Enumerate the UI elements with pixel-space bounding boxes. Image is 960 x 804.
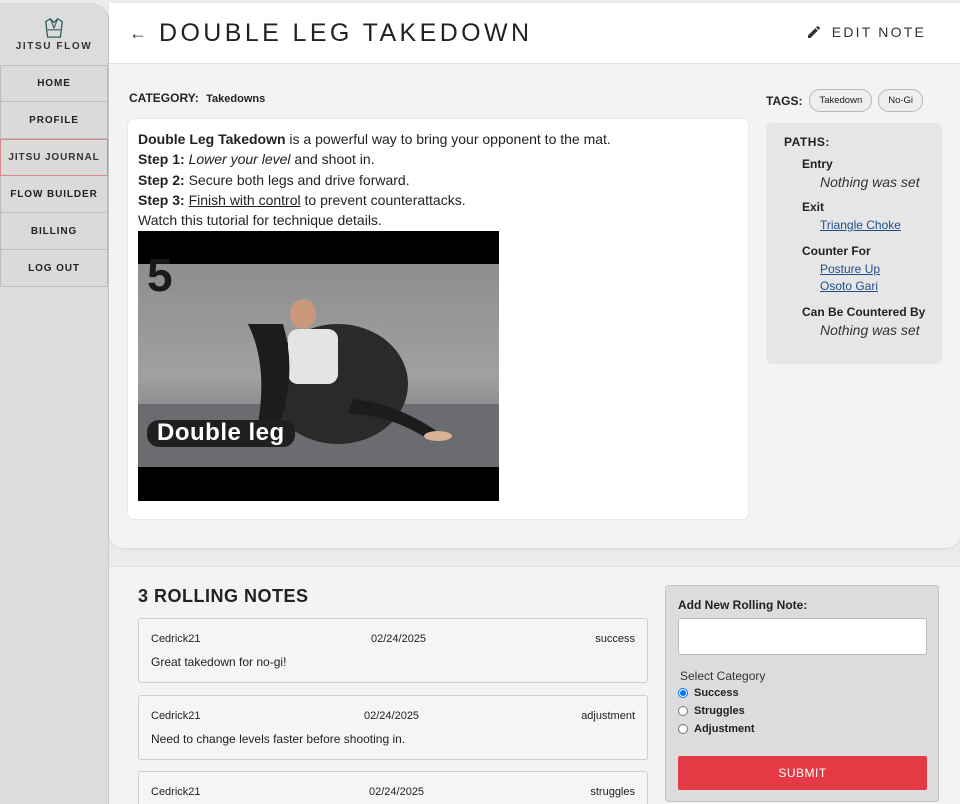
video-caption: Double leg — [147, 420, 295, 447]
path-countered-by: Can Be Countered By Nothing was set — [784, 305, 942, 338]
tags-label: TAGS: — [766, 93, 803, 108]
select-category-label: Select Category — [680, 669, 766, 683]
category-value: Takedowns — [206, 93, 266, 105]
radio-success-label: Success — [694, 687, 739, 699]
radio-adjustment-input[interactable] — [678, 724, 688, 734]
paths-panel: PATHS: Entry Nothing was set Exit Triang… — [766, 123, 942, 364]
path-counter-for-label: Counter For — [802, 244, 871, 258]
rolling-notes-section: 3 ROLLING NOTES Cedrick21 02/24/2025 suc… — [109, 566, 960, 804]
note-date: 02/24/2025 — [371, 633, 427, 645]
step-1-emphasis: Lower your level — [188, 151, 291, 168]
step-2: Step 2: Secure both legs and drive forwa… — [138, 170, 738, 190]
category: CATEGORY: Takedowns — [129, 91, 265, 105]
intro-text: is a powerful way to bring your opponent… — [285, 131, 611, 147]
tags: TAGS: Takedown No-Gi — [766, 89, 929, 112]
note-date: 02/24/2025 — [364, 710, 420, 722]
note-author: Cedrick21 — [151, 710, 201, 722]
page-header: ← DOUBLE LEG TAKEDOWN EDIT NOTE — [109, 3, 960, 64]
path-exit: Exit Triangle Choke — [784, 200, 942, 234]
radio-adjustment[interactable]: Adjustment — [678, 723, 755, 735]
app-logo-text: JITSU FLOW — [15, 41, 93, 52]
category-label: CATEGORY: — [129, 91, 199, 105]
note-author: Cedrick21 — [151, 786, 201, 798]
technique-content: Double Leg Takedown is a powerful way to… — [128, 119, 748, 519]
rolling-note: Cedrick21 02/24/2025 success Great taked… — [138, 618, 648, 683]
note-text: Great takedown for no-gi! — [151, 655, 287, 669]
path-countered-by-empty: Nothing was set — [820, 322, 920, 338]
note-textarea[interactable] — [678, 618, 927, 655]
tutorial-video[interactable]: 5 Double leg — [138, 231, 499, 502]
rolling-notes-title: 3 ROLLING NOTES — [138, 586, 309, 606]
radio-struggles-input[interactable] — [678, 706, 688, 716]
add-note-form: Add New Rolling Note: Select Category Su… — [665, 585, 939, 802]
tag-takedown[interactable]: Takedown — [809, 89, 873, 112]
intro-line: Double Leg Takedown is a powerful way to… — [138, 129, 738, 149]
sidebar-item-billing[interactable]: BILLING — [0, 213, 108, 250]
step-3-label: Step 3: — [138, 191, 185, 208]
radio-struggles-label: Struggles — [694, 705, 745, 717]
path-link-posture-up[interactable]: Posture Up — [802, 261, 942, 278]
note-status: struggles — [590, 786, 635, 798]
sidebar-item-home[interactable]: HOME — [0, 65, 108, 102]
video-number: 5 — [147, 249, 173, 302]
step-2-label: Step 2: — [138, 171, 185, 188]
tag-no-gi[interactable]: No-Gi — [878, 89, 924, 112]
submit-button[interactable]: SUBMIT — [678, 756, 927, 790]
edit-note-button[interactable]: EDIT NOTE — [806, 24, 926, 40]
intro-bold: Double Leg Takedown — [138, 131, 286, 147]
path-entry-label: Entry — [802, 157, 833, 171]
path-link-triangle-choke[interactable]: Triangle Choke — [802, 217, 942, 234]
step-3-text: to prevent counterattacks. — [300, 191, 466, 208]
gi-jacket-icon — [45, 18, 63, 38]
back-arrow-icon[interactable]: ← — [129, 23, 147, 44]
step-1: Step 1: Lower your level and shoot in. — [138, 149, 738, 169]
path-counter-for: Counter For Posture Up Osoto Gari — [784, 244, 942, 295]
path-entry-empty: Nothing was set — [820, 174, 920, 190]
video-note: Watch this tutorial for technique detail… — [138, 212, 382, 229]
add-note-title: Add New Rolling Note: — [678, 598, 808, 612]
path-entry: Entry Nothing was set — [784, 157, 942, 190]
path-exit-label: Exit — [802, 200, 825, 214]
sidebar: JITSU FLOW HOME PROFILE JITSU JOURNAL FL… — [0, 3, 109, 804]
radio-success-input[interactable] — [678, 688, 688, 698]
step-3: Step 3: Finish with control to prevent c… — [138, 190, 738, 210]
note-date: 02/24/2025 — [369, 786, 425, 798]
step-1-text: and shoot in. — [290, 151, 375, 168]
path-countered-by-label: Can Be Countered By — [802, 305, 926, 319]
rolling-note: Cedrick21 02/24/2025 adjustment Need to … — [138, 695, 648, 760]
radio-success[interactable]: Success — [678, 687, 739, 699]
edit-note-label: EDIT NOTE — [831, 24, 926, 40]
radio-struggles[interactable]: Struggles — [678, 705, 745, 717]
sidebar-item-flow-builder[interactable]: FLOW BUILDER — [0, 176, 108, 213]
sidebar-item-profile[interactable]: PROFILE — [0, 102, 108, 139]
step-3-underline: Finish with control — [188, 191, 301, 208]
technique-card: ← DOUBLE LEG TAKEDOWN EDIT NOTE CATEGORY… — [109, 3, 960, 548]
step-2-text: Secure both legs and drive forward. — [184, 171, 410, 188]
sidebar-item-log-out[interactable]: LOG OUT — [0, 250, 108, 287]
step-1-label: Step 1: — [138, 151, 185, 168]
note-status: adjustment — [581, 710, 635, 722]
app-logo[interactable]: JITSU FLOW — [0, 3, 108, 65]
radio-adjustment-label: Adjustment — [694, 723, 755, 735]
sidebar-item-jitsu-journal[interactable]: JITSU JOURNAL — [0, 139, 108, 176]
path-link-osoto-gari[interactable]: Osoto Gari — [802, 278, 942, 295]
paths-title: PATHS: — [784, 135, 830, 149]
note-status: success — [595, 633, 635, 645]
note-text: Need to change levels faster before shoo… — [151, 732, 406, 746]
pencil-icon — [807, 25, 820, 38]
rolling-note: Cedrick21 02/24/2025 struggles — [138, 771, 648, 804]
page-title: DOUBLE LEG TAKEDOWN — [159, 19, 533, 47]
note-author: Cedrick21 — [151, 633, 201, 645]
